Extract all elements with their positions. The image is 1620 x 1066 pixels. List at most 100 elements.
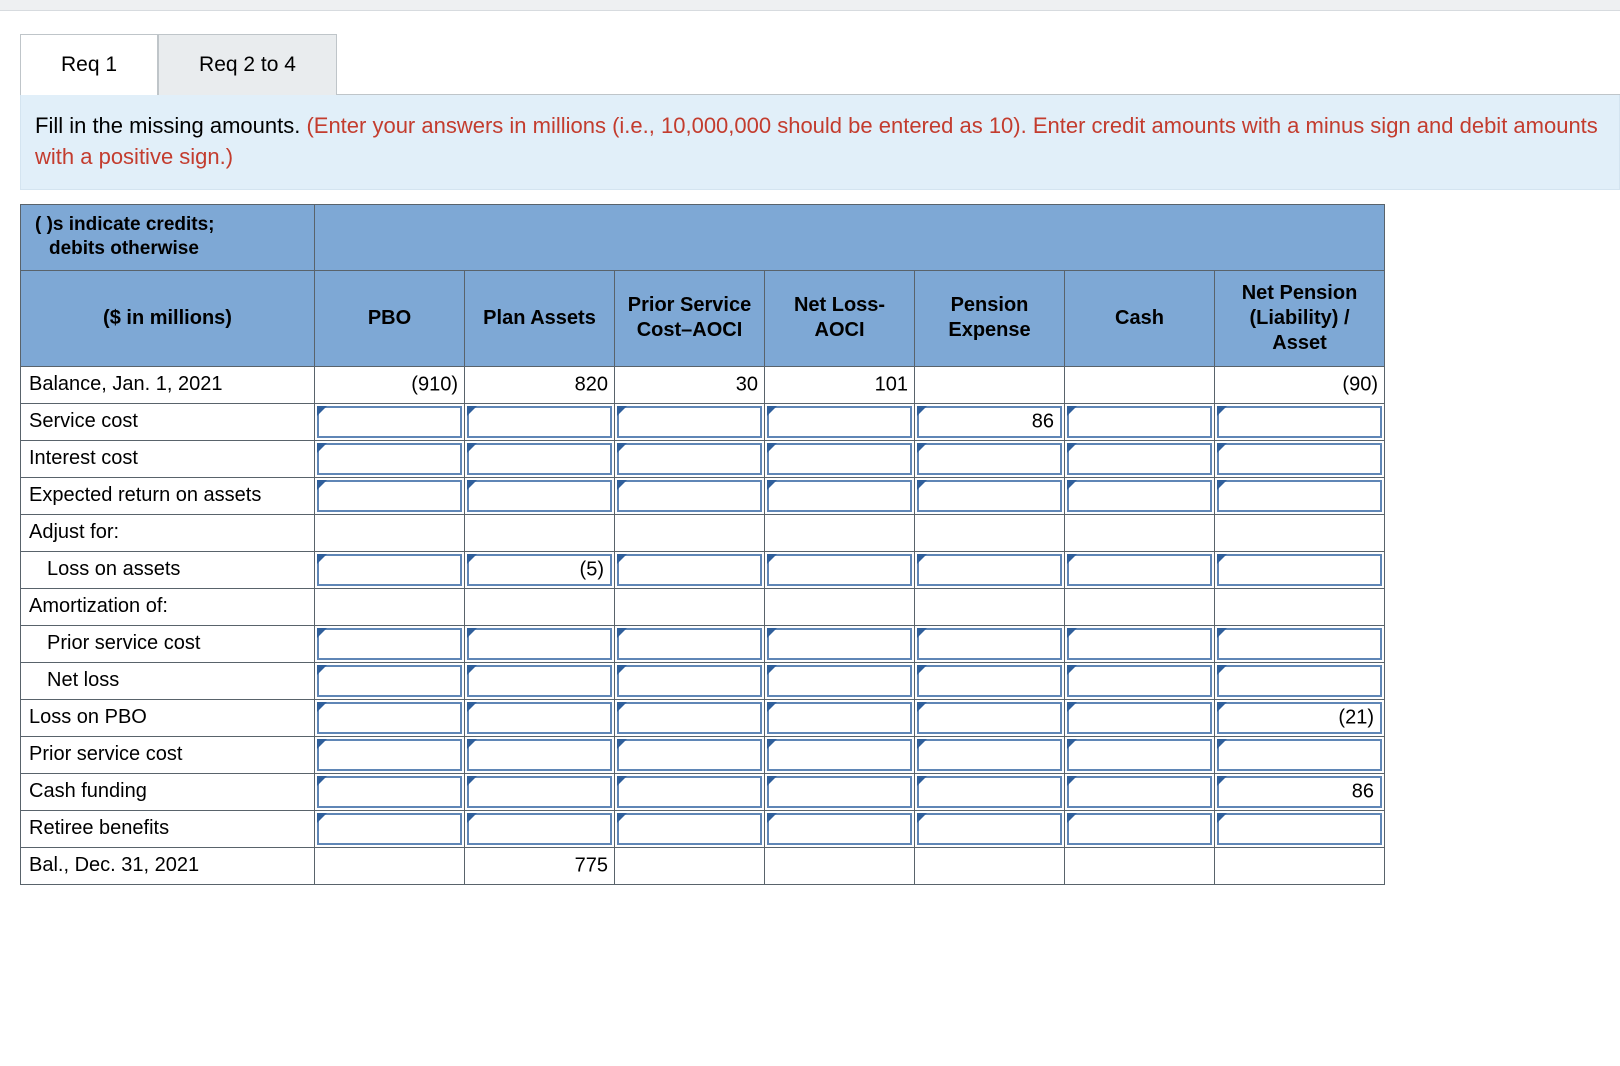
input-cell[interactable]: [1067, 702, 1212, 734]
input-cell[interactable]: [767, 443, 912, 475]
input-cell[interactable]: [617, 665, 762, 697]
input-cell[interactable]: [767, 665, 912, 697]
cell[interactable]: [465, 699, 615, 736]
input-cell[interactable]: [1067, 628, 1212, 660]
input-cell[interactable]: [1067, 554, 1212, 586]
cell[interactable]: [1065, 551, 1215, 588]
input-cell[interactable]: [917, 776, 1062, 808]
cell[interactable]: [615, 662, 765, 699]
input-cell[interactable]: [767, 813, 912, 845]
cell[interactable]: [1065, 440, 1215, 477]
cell[interactable]: [765, 440, 915, 477]
tab-req-1[interactable]: Req 1: [20, 34, 158, 95]
input-cell[interactable]: [1067, 739, 1212, 771]
cell[interactable]: [765, 662, 915, 699]
input-cell[interactable]: [467, 406, 612, 438]
cell[interactable]: [915, 477, 1065, 514]
cell[interactable]: [765, 699, 915, 736]
cell[interactable]: [765, 810, 915, 847]
input-cell[interactable]: [317, 480, 462, 512]
cell[interactable]: [465, 403, 615, 440]
cell[interactable]: [1065, 736, 1215, 773]
input-cell[interactable]: [467, 665, 612, 697]
cell[interactable]: [465, 662, 615, 699]
input-cell[interactable]: [617, 480, 762, 512]
cell[interactable]: [1215, 625, 1385, 662]
cell[interactable]: [465, 736, 615, 773]
input-cell[interactable]: [467, 776, 612, 808]
cell[interactable]: [315, 773, 465, 810]
input-cell[interactable]: [617, 554, 762, 586]
cell[interactable]: [615, 477, 765, 514]
cell[interactable]: [1065, 625, 1215, 662]
cell[interactable]: [315, 736, 465, 773]
input-cell[interactable]: [617, 406, 762, 438]
input-cell[interactable]: [767, 776, 912, 808]
cell[interactable]: [765, 625, 915, 662]
input-cell[interactable]: [917, 739, 1062, 771]
cell[interactable]: [765, 477, 915, 514]
cell[interactable]: 86: [1215, 773, 1385, 810]
cell[interactable]: [615, 699, 765, 736]
cell[interactable]: [915, 625, 1065, 662]
cell[interactable]: [615, 440, 765, 477]
cell[interactable]: [1065, 699, 1215, 736]
input-cell[interactable]: [1217, 813, 1382, 845]
cell[interactable]: [1215, 551, 1385, 588]
cell[interactable]: [465, 477, 615, 514]
cell[interactable]: [1215, 440, 1385, 477]
input-cell[interactable]: [1217, 665, 1382, 697]
input-cell[interactable]: [467, 739, 612, 771]
cell[interactable]: [315, 810, 465, 847]
cell[interactable]: [465, 810, 615, 847]
cell[interactable]: [315, 662, 465, 699]
input-cell[interactable]: [767, 739, 912, 771]
input-cell[interactable]: [317, 776, 462, 808]
cell[interactable]: [465, 773, 615, 810]
cell[interactable]: [915, 551, 1065, 588]
cell[interactable]: [765, 403, 915, 440]
input-cell[interactable]: [1067, 813, 1212, 845]
input-cell[interactable]: [317, 813, 462, 845]
input-cell[interactable]: [767, 480, 912, 512]
input-cell[interactable]: [917, 813, 1062, 845]
cell[interactable]: [1215, 662, 1385, 699]
cell[interactable]: [315, 440, 465, 477]
input-cell[interactable]: [467, 628, 612, 660]
input-cell[interactable]: [467, 480, 612, 512]
cell[interactable]: [1065, 773, 1215, 810]
cell[interactable]: [615, 551, 765, 588]
input-cell[interactable]: [317, 628, 462, 660]
cell[interactable]: [1065, 810, 1215, 847]
input-cell[interactable]: [1067, 776, 1212, 808]
input-cell[interactable]: 86: [1217, 776, 1382, 808]
cell[interactable]: [765, 773, 915, 810]
input-cell[interactable]: [1217, 554, 1382, 586]
cell[interactable]: (21): [1215, 699, 1385, 736]
input-cell[interactable]: [317, 406, 462, 438]
input-cell[interactable]: [317, 554, 462, 586]
input-cell[interactable]: [767, 628, 912, 660]
input-cell[interactable]: [617, 702, 762, 734]
input-cell[interactable]: [1217, 628, 1382, 660]
cell[interactable]: [1215, 477, 1385, 514]
cell[interactable]: [315, 699, 465, 736]
input-cell[interactable]: [1217, 406, 1382, 438]
cell[interactable]: [465, 625, 615, 662]
input-cell[interactable]: (21): [1217, 702, 1382, 734]
input-cell[interactable]: [767, 554, 912, 586]
cell[interactable]: [915, 699, 1065, 736]
input-cell[interactable]: [1067, 443, 1212, 475]
input-cell[interactable]: [767, 702, 912, 734]
cell[interactable]: [615, 810, 765, 847]
input-cell[interactable]: [617, 443, 762, 475]
input-cell[interactable]: [317, 702, 462, 734]
cell[interactable]: [915, 662, 1065, 699]
cell[interactable]: [615, 403, 765, 440]
cell[interactable]: (5): [465, 551, 615, 588]
input-cell[interactable]: [467, 813, 612, 845]
input-cell[interactable]: [1217, 739, 1382, 771]
cell[interactable]: [615, 773, 765, 810]
input-cell[interactable]: [917, 443, 1062, 475]
cell[interactable]: [915, 810, 1065, 847]
